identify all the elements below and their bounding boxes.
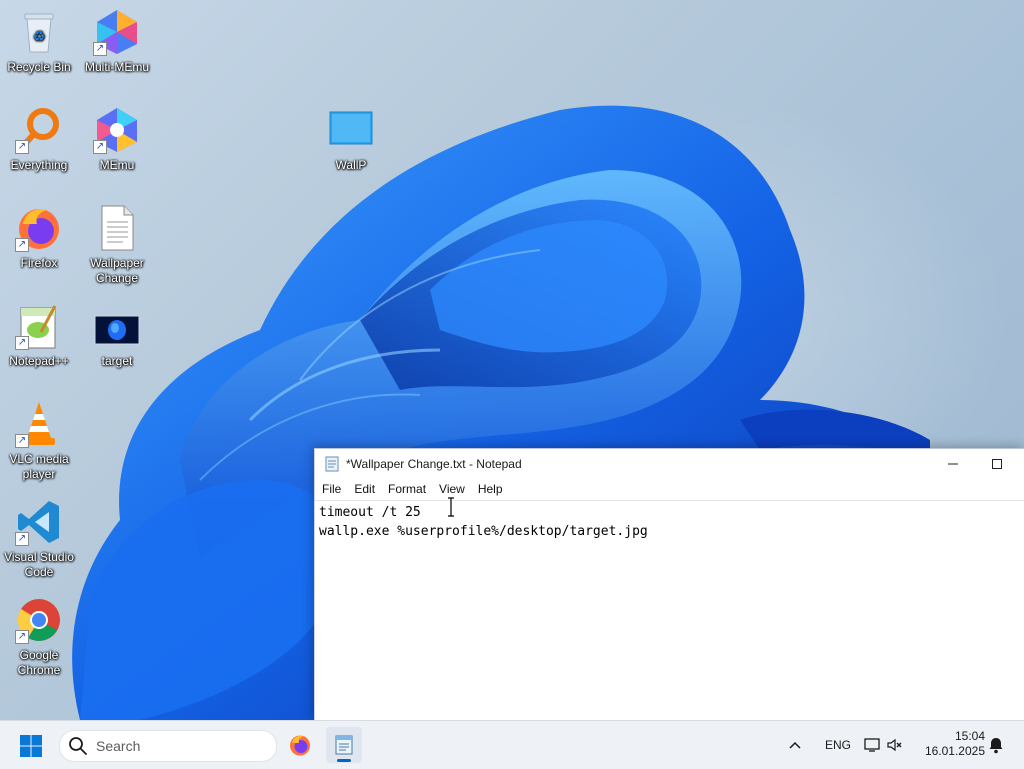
menu-file[interactable]: File bbox=[317, 482, 349, 496]
text-editor[interactable]: timeout /t 25 wallp.exe %userprofile%/de… bbox=[315, 500, 1024, 720]
search-icon bbox=[69, 737, 87, 755]
taskbar-notepad[interactable] bbox=[326, 727, 362, 763]
volume-muted-icon bbox=[887, 738, 902, 752]
desktop-icon-vlc[interactable]: ↗ VLC media player bbox=[0, 400, 78, 482]
menu-edit[interactable]: Edit bbox=[349, 482, 383, 496]
text-cursor-icon bbox=[448, 497, 454, 517]
clock-time: 15:04 bbox=[954, 729, 985, 743]
svg-text:♻: ♻ bbox=[33, 28, 46, 44]
menu-view[interactable]: View bbox=[434, 482, 473, 496]
notepadpp-icon: ↗ bbox=[15, 302, 63, 350]
bell-icon bbox=[989, 738, 1003, 754]
memu-icon: ↗ bbox=[93, 106, 141, 154]
desktop-icon-label: Multi-MEmu bbox=[84, 60, 149, 74]
notifications-button[interactable] bbox=[988, 721, 1004, 769]
start-button[interactable] bbox=[19, 734, 43, 758]
menu-help[interactable]: Help bbox=[473, 482, 511, 496]
notepad-window[interactable]: *Wallpaper Change.txt - Notepad File Edi… bbox=[314, 448, 1024, 720]
desktop-icon-vscode[interactable]: ↗ Visual Studio Code bbox=[0, 498, 78, 580]
active-app-indicator bbox=[337, 759, 351, 762]
desktop-icon-label: Firefox bbox=[20, 256, 58, 270]
desktop-icon-label: WallP bbox=[335, 158, 367, 172]
taskbar-search-box[interactable]: Search bbox=[59, 730, 277, 762]
language-indicator[interactable]: ENG bbox=[825, 721, 851, 769]
taskbar-firefox[interactable] bbox=[282, 727, 318, 763]
menu-bar: File Edit Format View Help bbox=[315, 478, 1024, 500]
notepad-app-icon bbox=[325, 456, 339, 471]
show-hidden-icons-button[interactable] bbox=[788, 721, 802, 769]
taskbar-clock[interactable]: 15:04 16.01.2025 bbox=[919, 729, 985, 759]
image-file-icon bbox=[93, 302, 141, 350]
vlc-icon: ↗ bbox=[15, 400, 63, 448]
desktop-icon-label: Recycle Bin bbox=[7, 60, 71, 74]
desktop-icon-firefox[interactable]: ↗ Firefox bbox=[0, 204, 78, 271]
maximize-button[interactable] bbox=[975, 449, 1019, 478]
text-file-icon bbox=[93, 204, 141, 252]
shortcut-arrow-icon: ↗ bbox=[15, 140, 29, 154]
everything-search-icon: ↗ bbox=[15, 106, 63, 154]
window-title: *Wallpaper Change.txt - Notepad bbox=[346, 456, 522, 471]
multi-memu-icon: ↗ bbox=[93, 8, 141, 56]
chevron-up-icon bbox=[789, 741, 801, 749]
desktop-icon-label: MEmu bbox=[99, 158, 135, 172]
taskbar: Search ENG 15:04 16.01.2025 bbox=[0, 720, 1024, 769]
shortcut-arrow-icon: ↗ bbox=[15, 532, 29, 546]
shortcut-arrow-icon: ↗ bbox=[15, 238, 29, 252]
firefox-icon: ↗ bbox=[15, 204, 63, 252]
menu-format[interactable]: Format bbox=[383, 482, 434, 496]
desktop-icon-label: VLC media player bbox=[9, 452, 69, 481]
clock-date: 16.01.2025 bbox=[924, 744, 985, 758]
desktop-icon-target[interactable]: target bbox=[78, 302, 156, 369]
notepad-app-icon bbox=[335, 735, 353, 755]
shortcut-arrow-icon: ↗ bbox=[93, 42, 107, 56]
desktop-icon-multi-memu[interactable]: ↗ Multi-MEmu bbox=[78, 8, 156, 75]
maximize-icon bbox=[992, 458, 1002, 469]
notepad-title-bar[interactable]: *Wallpaper Change.txt - Notepad bbox=[315, 449, 1024, 478]
desktop[interactable]: ♻ Recycle Bin ↗ Multi-MEmu ↗ Everything … bbox=[0, 0, 1024, 720]
desktop-icon-label: Visual Studio Code bbox=[4, 550, 74, 579]
shortcut-arrow-icon: ↗ bbox=[15, 434, 29, 448]
desktop-icon-label: Notepad++ bbox=[9, 354, 69, 368]
desktop-icon-chrome[interactable]: ↗ Google Chrome bbox=[0, 596, 78, 678]
minimize-button[interactable] bbox=[931, 449, 975, 478]
desktop-icon-label: Google Chrome bbox=[17, 648, 61, 677]
chrome-icon: ↗ bbox=[15, 596, 63, 644]
vscode-icon: ↗ bbox=[15, 498, 63, 546]
search-placeholder: Search bbox=[96, 738, 141, 754]
recycle-bin-icon: ♻ bbox=[15, 8, 63, 56]
shortcut-arrow-icon: ↗ bbox=[15, 630, 29, 644]
wallp-folder-icon bbox=[327, 106, 375, 154]
shortcut-arrow-icon: ↗ bbox=[15, 336, 29, 350]
desktop-icon-label: Wallpaper Change bbox=[90, 256, 144, 285]
desktop-icon-recycle-bin[interactable]: ♻ Recycle Bin bbox=[0, 8, 78, 75]
minimize-icon bbox=[948, 463, 958, 464]
desktop-icon-wallpaper-change[interactable]: Wallpaper Change bbox=[78, 204, 156, 286]
shortcut-arrow-icon: ↗ bbox=[93, 140, 107, 154]
desktop-icon-label: Everything bbox=[10, 158, 68, 172]
desktop-icon-everything[interactable]: ↗ Everything bbox=[0, 106, 78, 173]
desktop-icon-notepadpp[interactable]: ↗ Notepad++ bbox=[0, 302, 78, 369]
desktop-icon-memu[interactable]: ↗ MEmu bbox=[78, 106, 156, 173]
desktop-icon-label: target bbox=[101, 354, 133, 368]
desktop-icon-wallp[interactable]: WallP bbox=[312, 106, 390, 173]
firefox-icon bbox=[290, 735, 310, 756]
network-volume-tray[interactable] bbox=[864, 721, 904, 769]
network-icon bbox=[864, 738, 880, 752]
